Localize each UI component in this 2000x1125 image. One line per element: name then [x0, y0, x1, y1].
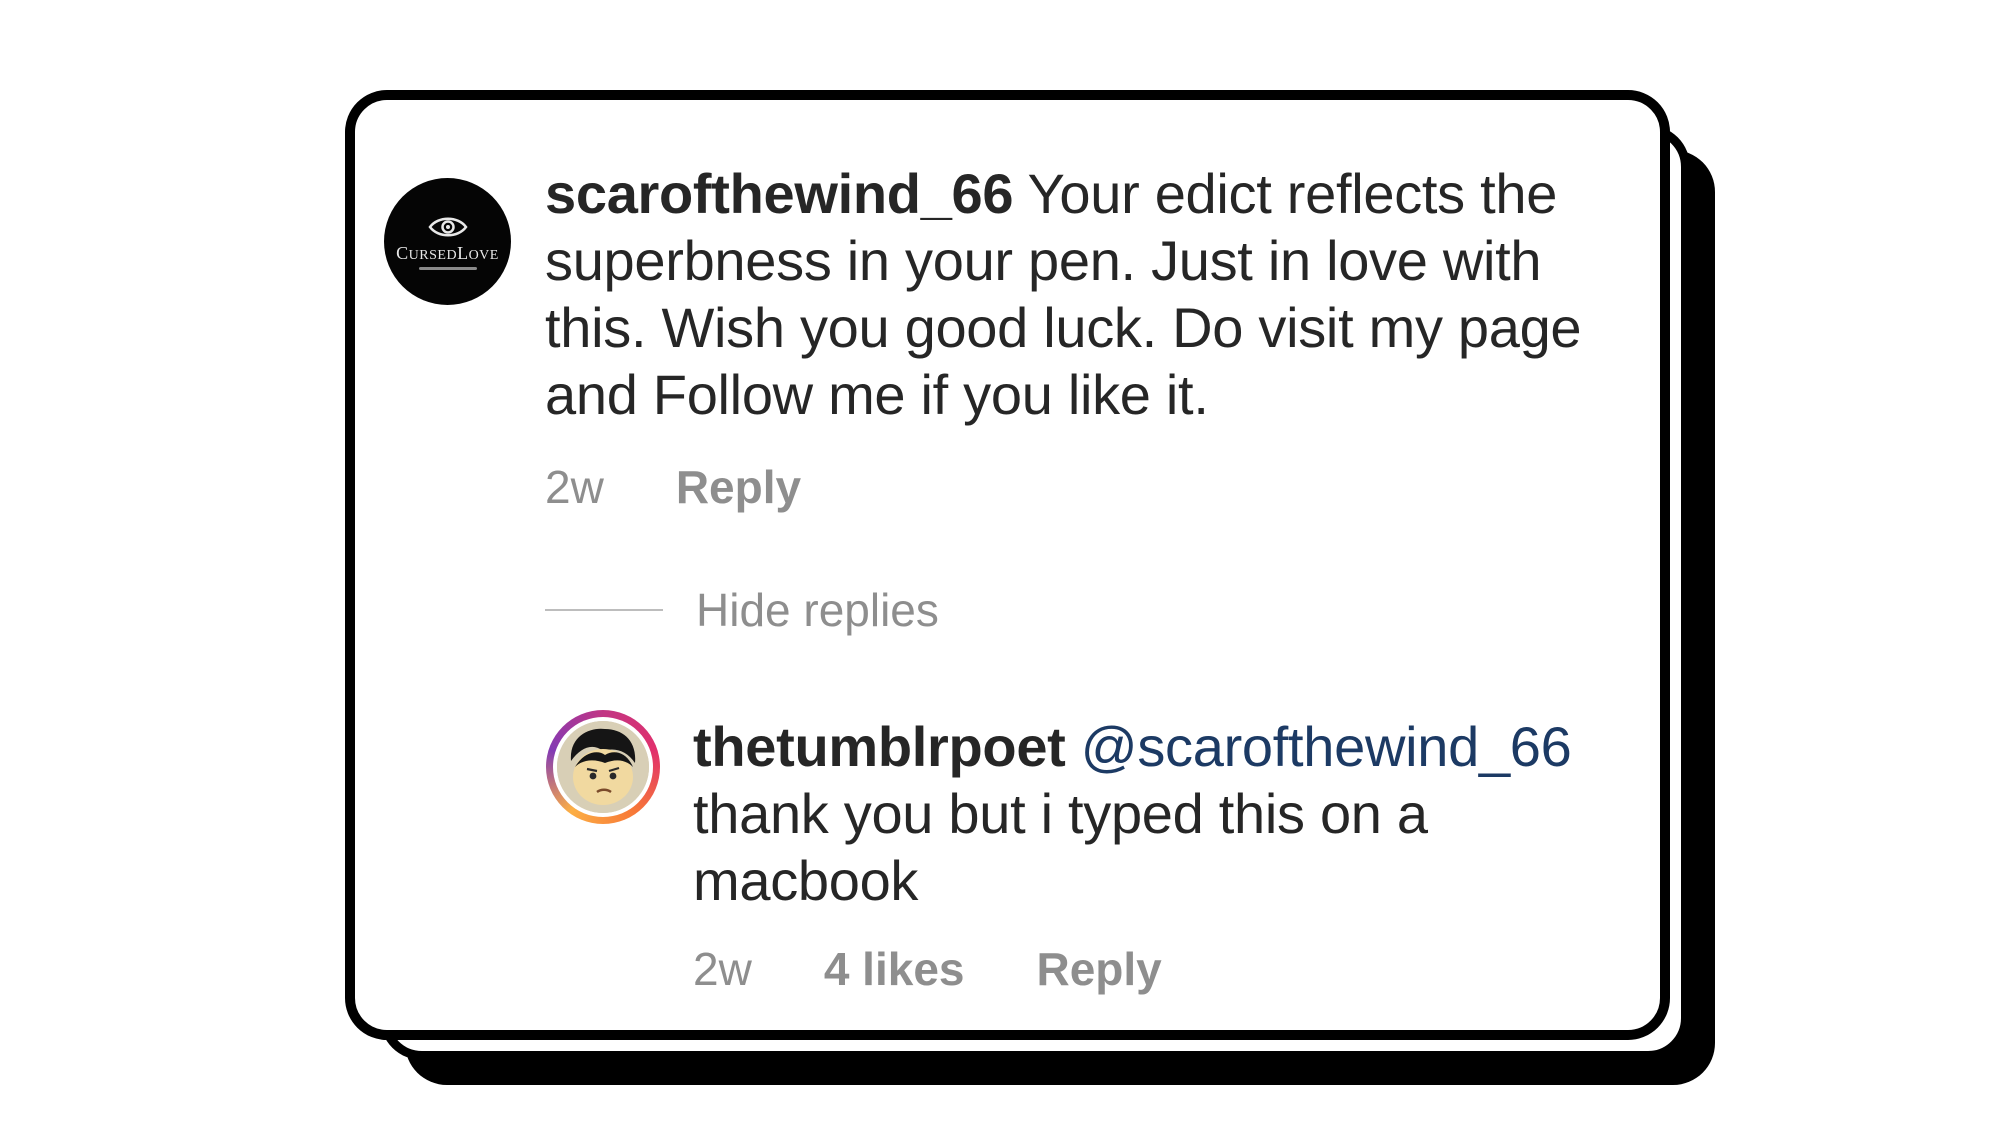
reply-likes-count[interactable]: 4 likes: [824, 942, 965, 996]
hide-replies-label: Hide replies: [696, 584, 939, 636]
reply-text: thank you but i typed this on a macbook: [693, 782, 1428, 912]
reply-reply-button[interactable]: Reply: [1037, 942, 1162, 996]
reply-avatar[interactable]: [546, 710, 660, 824]
eye-logo-icon: [427, 217, 468, 236]
hide-replies-toggle[interactable]: Hide replies: [545, 583, 939, 637]
comment-meta: 2w Reply: [545, 460, 801, 514]
reply-timestamp: 2w: [693, 943, 752, 995]
avatar-brand-text: CURSEDLOVE: [396, 242, 499, 263]
cartoon-face-icon: [557, 721, 649, 813]
comment-card: CURSEDLOVE scarofthewind_66 Your edict r…: [345, 90, 1670, 1040]
comment-body: scarofthewind_66 Your edict reflects the…: [545, 160, 1635, 428]
reply-body: thetumblrpoet @scarofthewind_66 thank you…: [693, 713, 1593, 914]
avatar[interactable]: CURSEDLOVE: [384, 178, 511, 305]
comment-timestamp: 2w: [545, 461, 604, 513]
avatar-subtext-line: [418, 266, 477, 270]
reply-username[interactable]: thetumblrpoet: [693, 715, 1066, 778]
divider-line: [545, 609, 663, 611]
screenshot-stage: CURSEDLOVE scarofthewind_66 Your edict r…: [0, 0, 2000, 1125]
comment-username[interactable]: scarofthewind_66: [545, 162, 1014, 225]
reply-mention-link[interactable]: @scarofthewind_66: [1081, 715, 1572, 778]
reply-meta: 2w 4 likes Reply: [693, 942, 1162, 996]
reply-button[interactable]: Reply: [676, 460, 801, 514]
